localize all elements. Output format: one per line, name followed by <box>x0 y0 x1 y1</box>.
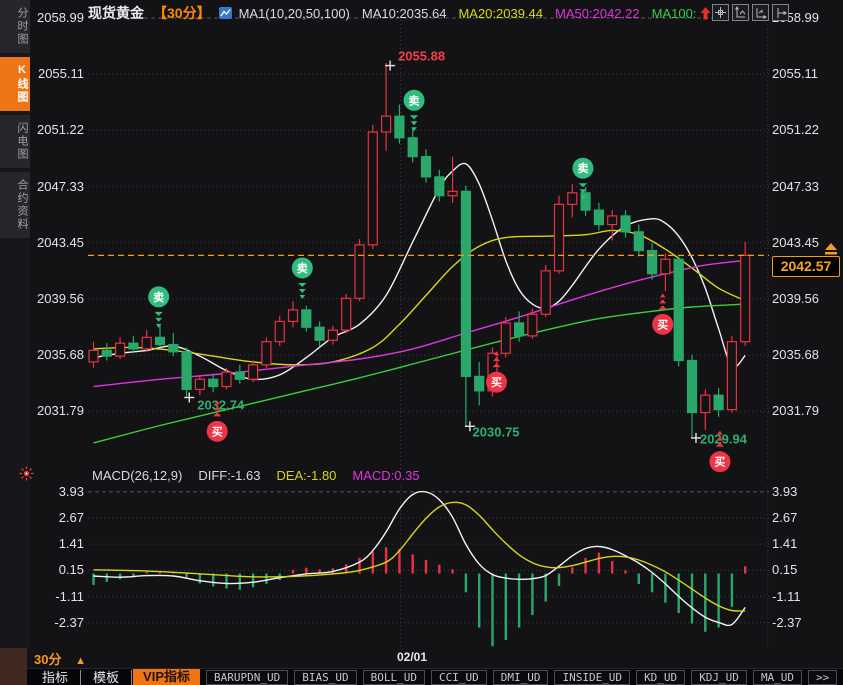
extreme-cross-markers <box>184 60 701 443</box>
more-indicators-tab[interactable]: >> <box>808 669 838 685</box>
chart-toolbar <box>712 4 789 21</box>
symbol-title: 现货黄金 <box>88 5 144 21</box>
axis-tick-label: 2047.33 <box>772 178 819 194</box>
axis-pan-right-icon[interactable] <box>772 4 789 21</box>
chart-type-sidebar: 分时图 K线图闪电图合约资料 <box>0 0 30 652</box>
svg-text:买: 买 <box>491 376 502 389</box>
macd-diff-value: DIFF:-1.63 <box>198 467 261 483</box>
grid <box>88 12 769 478</box>
macd-macd-value: MACD:0.35 <box>352 467 420 483</box>
axis-tick-label: 2055.11 <box>772 66 819 82</box>
chart-header: 现货黄金 【30分】 MA1(10,20,50,100) MA10:2035.6… <box>88 3 718 23</box>
kline-chart-canvas[interactable]: 2055.882032.742030.75 2029.94卖买卖卖买卖买买 <box>88 12 769 478</box>
x-axis-date-label: 02/01 <box>397 650 428 664</box>
axis-tick-label: 2039.56 <box>37 290 84 306</box>
axis-tick-label: 2043.45 <box>37 234 84 250</box>
macd-line-diff <box>93 490 746 627</box>
indicator-tab-2[interactable]: 模板 <box>81 669 133 685</box>
ma50-value: MA50:2042.22 <box>555 5 640 21</box>
axis-tick-label: 2035.68 <box>772 346 819 362</box>
macd-title[interactable]: MACD(26,12,9) <box>92 468 182 483</box>
corner-decoration <box>0 648 27 685</box>
indicator-tabbar: 指标 模板 VIP指标 BARUPDN_UD BIAS_UD BOLL_UD CCI_UD D… <box>0 668 843 685</box>
axis-tick-label: 2058.99 <box>37 10 84 25</box>
svg-text:卖: 卖 <box>577 161 588 175</box>
price-annotation: 2032.74 <box>197 397 245 412</box>
indicator-tab-9[interactable]: INSIDE_UD <box>554 669 631 685</box>
axis-tick-label: 2039.56 <box>772 290 819 306</box>
ma-settings-label[interactable]: MA1(10,20,50,100) <box>239 6 350 21</box>
svg-text:买: 买 <box>657 318 668 331</box>
svg-text:买: 买 <box>212 425 223 438</box>
axis-tick-label: 2031.79 <box>772 403 819 419</box>
macd-dea-value: DEA:-1.80 <box>276 467 337 483</box>
axis-tick-label: 2047.33 <box>37 178 84 194</box>
macd-header: MACD(26,12,9) DIFF:-1.63 DEA:-1.80 MACD:… <box>92 467 420 483</box>
svg-text:买: 买 <box>714 456 725 469</box>
macd-chart-canvas[interactable] <box>88 486 769 648</box>
ma20-value: MA20:2039.44 <box>458 5 544 21</box>
svg-text:卖: 卖 <box>409 93 420 107</box>
macd-histogram <box>92 547 747 647</box>
indicator-settings-icon[interactable] <box>19 466 34 481</box>
axis-tick-label: 2051.22 <box>37 122 84 138</box>
candlesticks <box>88 62 751 438</box>
ma10-value: MA10:2035.64 <box>361 5 447 21</box>
indicator-tab-12[interactable]: MA_UD <box>752 669 803 685</box>
price-annotation: 2030.75 <box>473 424 520 439</box>
crosshair-icon[interactable] <box>712 4 729 21</box>
indicator-tab-7[interactable]: CCI_UD <box>430 669 487 685</box>
period-label[interactable]: 30分 <box>34 652 61 667</box>
axis-tick-label: -2.37 <box>54 614 84 630</box>
axis-tick-label: -1.11 <box>55 588 84 604</box>
period-up-triangle-icon: ▲ <box>75 655 86 667</box>
indicator-tab-5[interactable]: BIAS_UD <box>294 669 357 685</box>
axis-tick-label: 2.67 <box>58 509 84 525</box>
axis-tick-label: 0.15 <box>58 562 84 578</box>
svg-text:卖: 卖 <box>153 290 164 304</box>
svg-text:卖: 卖 <box>297 261 308 275</box>
period-selector[interactable]: 30分 ▲ <box>34 649 86 668</box>
axis-tick-label: 1.41 <box>772 536 798 552</box>
macd-line-dea <box>93 501 746 612</box>
period-badge: 【30分】 <box>153 5 211 21</box>
axis-tick-label: -2.37 <box>772 614 802 630</box>
sell-signal-marker: 卖 <box>291 257 313 299</box>
axis-tick-label: 0.15 <box>772 562 798 578</box>
sell-signal-marker: 卖 <box>403 89 425 132</box>
ma-lines <box>93 162 746 444</box>
sidebar-tab-1[interactable]: 分时图 <box>0 0 30 53</box>
sidebar-tab-3[interactable]: 闪电图 <box>0 115 30 168</box>
indicator-tab-6[interactable]: BOLL_UD <box>362 669 425 685</box>
axis-tick-label: 3.93 <box>58 483 84 499</box>
indicator-tab-8[interactable]: DMI_UD <box>492 669 549 685</box>
ma100-value: MA100: <box>651 5 697 21</box>
indicator-tab-3[interactable]: VIP指标 <box>133 669 200 685</box>
price-up-arrow-icon <box>699 6 712 21</box>
axis-tick-label: 2055.11 <box>37 66 84 82</box>
indicator-tab-4[interactable]: BARUPDN_UD <box>206 669 289 685</box>
axis-zoom-right-icon[interactable] <box>752 4 769 21</box>
axis-tick-label: -1.11 <box>772 588 801 604</box>
indicator-tab-11[interactable]: KDJ_UD <box>691 669 747 685</box>
sell-signal-marker: 卖 <box>148 286 170 328</box>
indicator-tab-1[interactable]: 指标 <box>30 669 82 685</box>
trading-terminal: 分时图 K线图闪电图合约资料 现货黄金 【30分】 MA1(10,20,50,10… <box>0 0 843 685</box>
kline-chart-icon <box>218 6 233 20</box>
indicator-tab-10[interactable]: KD_UD <box>636 669 686 685</box>
current-price-tag: 2042.57 <box>772 256 840 277</box>
axis-tick-label: 1.41 <box>58 536 84 552</box>
price-eject-icon <box>825 243 837 255</box>
sidebar-tab-2[interactable]: K线图 <box>0 57 30 111</box>
axis-tick-label: 2031.79 <box>37 403 84 419</box>
axis-tick-label: 2035.68 <box>37 346 84 362</box>
sidebar-tab-4[interactable]: 合约资料 <box>0 172 30 238</box>
axis-tick-label: 3.93 <box>772 483 798 499</box>
axis-tick-label: 2.67 <box>772 509 798 525</box>
price-annotation: 2055.88 <box>398 48 445 63</box>
buy-signal-marker: 买 <box>652 293 674 335</box>
axis-tick-label: 2051.22 <box>772 122 819 138</box>
price-annotation: 2029.94 <box>700 431 748 446</box>
axis-zoom-up-icon[interactable] <box>732 4 749 21</box>
